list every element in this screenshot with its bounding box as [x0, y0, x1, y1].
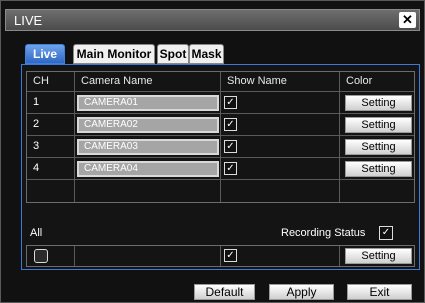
column-divider — [220, 72, 221, 202]
ch-number: 3 — [33, 140, 40, 152]
color-setting-button[interactable]: Setting — [345, 95, 412, 111]
color-setting-button[interactable]: Setting — [345, 161, 412, 177]
header-color: Color — [346, 75, 373, 87]
title-bar: LIVE ✕ — [5, 9, 420, 31]
ch-number: 4 — [33, 162, 40, 174]
header-show-name: Show Name — [227, 75, 287, 87]
ch-number: 2 — [33, 118, 40, 130]
camera-name-input[interactable]: CAMERA02 — [77, 117, 219, 133]
show-name-checkbox[interactable]: ✓ — [224, 140, 237, 153]
header-camera-name: Camera Name — [81, 75, 153, 87]
header-ch: CH — [33, 75, 49, 87]
color-setting-button[interactable]: Setting — [345, 117, 412, 133]
all-color-setting-button[interactable]: Setting — [345, 248, 412, 264]
column-divider — [220, 246, 221, 266]
tab-main-monitor[interactable]: Main Monitor — [73, 44, 155, 64]
show-name-checkbox[interactable]: ✓ — [224, 118, 237, 131]
camera-name-input[interactable]: CAMERA01 — [77, 95, 219, 111]
live-panel: CH Camera Name Show Name Color 1 CAMERA0… — [21, 64, 420, 270]
column-divider — [74, 72, 75, 202]
all-row: ✓ Setting — [26, 245, 415, 267]
window-title: LIVE — [14, 13, 43, 28]
column-divider — [339, 72, 340, 202]
camera-name-input[interactable]: CAMERA03 — [77, 139, 219, 155]
color-setting-button[interactable]: Setting — [345, 139, 412, 155]
exit-button[interactable]: Exit — [347, 284, 412, 300]
all-checkbox[interactable] — [34, 249, 48, 263]
column-divider — [339, 246, 340, 266]
show-name-checkbox[interactable]: ✓ — [224, 96, 237, 109]
ch-number: 1 — [33, 96, 40, 108]
live-dialog: LIVE ✕ Live Main Monitor Spot Mask CH Ca… — [0, 0, 425, 303]
close-icon[interactable]: ✕ — [399, 12, 416, 28]
show-name-checkbox[interactable]: ✓ — [224, 162, 237, 175]
column-divider — [74, 246, 75, 266]
camera-name-input[interactable]: CAMERA04 — [77, 161, 219, 177]
recording-status-label: Recording Status — [281, 227, 366, 239]
all-label: All — [30, 227, 43, 239]
tab-spot[interactable]: Spot — [157, 44, 189, 64]
all-show-name-checkbox[interactable]: ✓ — [224, 249, 237, 262]
camera-table: CH Camera Name Show Name Color 1 CAMERA0… — [26, 71, 415, 203]
recording-status-checkbox[interactable]: ✓ — [379, 226, 393, 240]
apply-button[interactable]: Apply — [269, 284, 334, 300]
tab-live[interactable]: Live — [25, 44, 65, 64]
tab-mask[interactable]: Mask — [189, 44, 224, 64]
default-button[interactable]: Default — [194, 284, 255, 300]
